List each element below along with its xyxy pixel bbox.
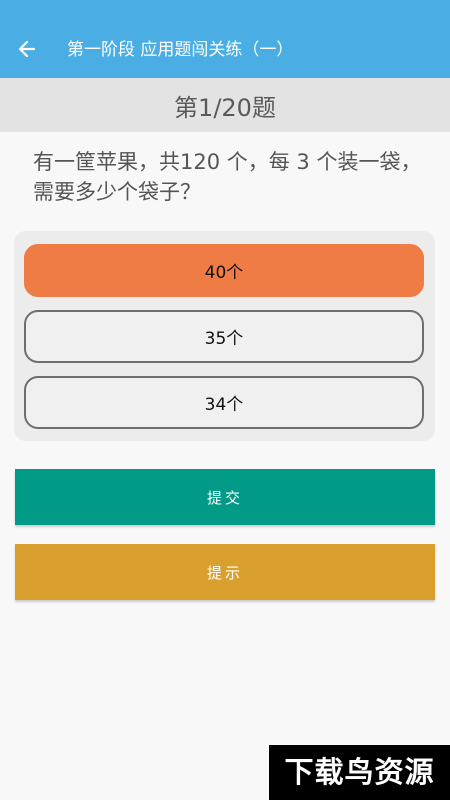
hint-label: 提示 bbox=[206, 563, 243, 582]
arrow-left-icon bbox=[18, 40, 36, 58]
page-title: 第一阶段 应用题闯关练（一） bbox=[67, 40, 294, 60]
watermark-logo: 下载鸟资源 bbox=[269, 745, 450, 800]
option-label: 35个 bbox=[204, 329, 244, 349]
option-a[interactable]: 40个 bbox=[24, 244, 424, 297]
options-panel: 40个 35个 34个 bbox=[14, 231, 435, 441]
watermark-text: 下载鸟资源 bbox=[284, 755, 435, 789]
submit-button[interactable]: 提交 bbox=[15, 469, 435, 525]
option-label: 40个 bbox=[204, 263, 244, 283]
hint-button[interactable]: 提示 bbox=[15, 544, 435, 600]
app-bar: 第一阶段 应用题闯关练（一） bbox=[0, 0, 450, 78]
question-progress: 第1/20题 bbox=[0, 78, 450, 132]
progress-label: 第1/20题 bbox=[174, 93, 276, 122]
back-button[interactable] bbox=[10, 32, 44, 66]
question-text: 有一筐苹果，共120 个，每 3 个装一袋，需要多少个袋子？ bbox=[33, 150, 422, 204]
option-label: 34个 bbox=[204, 395, 244, 415]
option-b[interactable]: 35个 bbox=[24, 310, 424, 363]
submit-label: 提交 bbox=[206, 488, 243, 507]
option-c[interactable]: 34个 bbox=[24, 376, 424, 429]
